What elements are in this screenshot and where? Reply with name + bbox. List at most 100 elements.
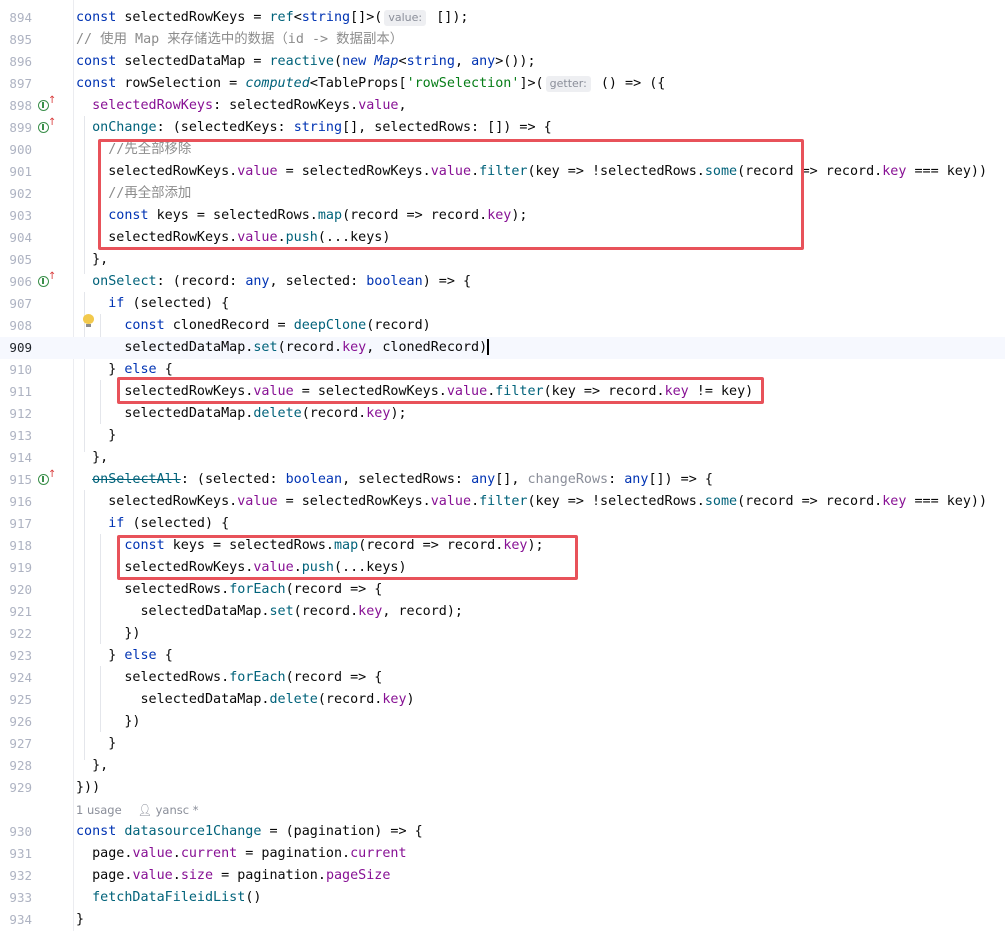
code-token: 'rowSelection' — [406, 76, 520, 91]
code-line[interactable]: 898 ↑ selectedRowKeys: selectedRowKeys.va… — [0, 95, 1005, 117]
code-token: value — [132, 846, 173, 861]
code-line[interactable]: 899 ↑ onChange: (selectedKeys: string[], … — [0, 117, 1005, 139]
code-text[interactable]: }) — [76, 623, 140, 645]
code-text[interactable]: selectedDataMap.delete(record.key); — [76, 403, 406, 425]
code-line[interactable]: 917 if (selected) { — [0, 513, 1005, 535]
implements-method-icon[interactable]: ↑ — [38, 118, 56, 135]
code-line[interactable]: 914 }, — [0, 447, 1005, 469]
code-text[interactable]: if (selected) { — [76, 513, 229, 535]
code-text[interactable]: const selectedDataMap = reactive(new Map… — [76, 51, 536, 73]
code-token: [], selectedRows: []) => { — [342, 120, 552, 135]
code-vision-hint[interactable]: 1 usage 👤︎ yansc * — [76, 801, 198, 819]
code-text[interactable]: }, — [76, 447, 108, 469]
code-token: else — [124, 648, 165, 663]
code-text[interactable]: // 使用 Map 来存储选中的数据（id -> 数据副本） — [76, 29, 403, 51]
code-line[interactable]: 896 const selectedDataMap = reactive(new … — [0, 51, 1005, 73]
author-name[interactable]: yansc * — [156, 803, 199, 817]
code-text[interactable]: })) — [76, 777, 100, 799]
code-token: changeRows — [527, 472, 609, 487]
code-text[interactable]: onChange: (selectedKeys: string[], selec… — [76, 117, 552, 139]
code-line[interactable]: 931 page.value.current = pagination.curr… — [0, 843, 1005, 865]
code-line[interactable]: 923 } else { — [0, 645, 1005, 667]
code-line[interactable]: 908 const clonedRecord = deepClone(recor… — [0, 315, 1005, 337]
code-editor[interactable]: 894 const selectedRowKeys = ref<string[]>… — [0, 0, 1005, 931]
code-text[interactable]: selectedDataMap.delete(record.key) — [76, 689, 414, 711]
code-line[interactable]: 926 }) — [0, 711, 1005, 733]
code-token: computed — [245, 76, 310, 91]
code-line[interactable]: 907 if (selected) { — [0, 293, 1005, 315]
code-token: ref — [269, 10, 294, 25]
implements-method-icon[interactable]: ↑ — [38, 272, 56, 289]
usage-count[interactable]: 1 usage — [76, 803, 122, 817]
text-caret — [487, 339, 490, 355]
code-line[interactable]: 922 }) — [0, 623, 1005, 645]
implements-method-icon[interactable]: ↑ — [38, 96, 56, 113]
code-line[interactable]: 913 } — [0, 425, 1005, 447]
code-text[interactable]: }, — [76, 755, 108, 777]
code-token: pageSize — [325, 868, 391, 883]
code-line[interactable]: 930 const datasource1Change = (pagination… — [0, 821, 1005, 843]
code-text[interactable]: } else { — [76, 645, 173, 667]
code-text[interactable]: }, — [76, 249, 108, 271]
code-text[interactable]: onSelect: (record: any, selected: boolea… — [76, 271, 471, 293]
code-token: (record. — [277, 340, 343, 355]
code-token: === key)) — [906, 164, 988, 179]
line-number: 903 — [9, 208, 32, 223]
code-text[interactable]: selectedRows.forEach(record => { — [76, 667, 382, 689]
code-line[interactable]: 909 selectedDataMap.set(record.key, clon… — [0, 337, 1005, 359]
code-line[interactable]: 924 selectedRows.forEach(record => { — [0, 667, 1005, 689]
code-line[interactable]: 929})) — [0, 777, 1005, 799]
code-line[interactable]: 915 ↑ onSelectAll: (selected: boolean, se… — [0, 469, 1005, 491]
code-text[interactable]: } — [76, 733, 116, 755]
code-token: () => ({ — [592, 76, 666, 91]
code-line[interactable]: 920 selectedRows.forEach(record => { — [0, 579, 1005, 601]
code-line[interactable]: 912 selectedDataMap.delete(record.key); — [0, 403, 1005, 425]
code-text[interactable]: selectedDataMap.set(record.key, record); — [76, 601, 463, 623]
code-line[interactable]: 932 page.value.size = pagination.pageSiz… — [0, 865, 1005, 887]
code-line[interactable]: 925 selectedDataMap.delete(record.key) — [0, 689, 1005, 711]
code-token: delete — [253, 406, 302, 421]
code-text[interactable]: const rowSelection = computed<TableProps… — [76, 73, 665, 95]
code-text[interactable]: const datasource1Change = (pagination) =… — [76, 821, 423, 843]
code-text[interactable]: page.value.size = pagination.pageSize — [76, 865, 390, 887]
code-line[interactable]: 928 }, — [0, 755, 1005, 777]
code-text[interactable]: selectedRows.forEach(record => { — [76, 579, 382, 601]
code-line[interactable]: 905 }, — [0, 249, 1005, 271]
code-token: onSelectAll — [92, 472, 181, 487]
lightbulb-icon[interactable] — [83, 314, 94, 328]
code-text[interactable]: page.value.current = pagination.current — [76, 843, 407, 865]
code-token: current — [350, 846, 407, 861]
code-line[interactable]: 933 fetchDataFileidList() — [0, 887, 1005, 909]
code-line[interactable]: 934} — [0, 909, 1005, 931]
line-number: 900 — [9, 142, 32, 157]
code-text[interactable]: }) — [76, 711, 140, 733]
code-token: = (pagination) => { — [261, 824, 423, 839]
highlight-box-onselectall — [117, 535, 578, 580]
code-token: , record); — [382, 604, 463, 619]
code-text[interactable]: } — [76, 425, 116, 447]
line-number: 902 — [9, 186, 32, 201]
code-text[interactable]: selectedRowKeys: selectedRowKeys.value, — [76, 95, 406, 117]
code-line[interactable]: 927 } — [0, 733, 1005, 755]
code-text[interactable]: fetchDataFileidList() — [76, 887, 261, 909]
code-text[interactable]: const selectedRowKeys = ref<string[]>(va… — [76, 7, 468, 29]
code-line[interactable]: 895 // 使用 Map 来存储选中的数据（id -> 数据副本） — [0, 29, 1005, 51]
code-text[interactable]: if (selected) { — [76, 293, 229, 315]
code-line[interactable]: 906 ↑ onSelect: (record: any, selected: b… — [0, 271, 1005, 293]
code-token: some — [704, 494, 738, 509]
code-text[interactable]: onSelectAll: (selected: boolean, selecte… — [76, 469, 713, 491]
code-text[interactable]: selectedRowKeys.value = selectedRowKeys.… — [76, 491, 987, 513]
code-token: selectedDataMap. — [76, 340, 254, 355]
implements-method-icon[interactable]: ↑ — [38, 470, 56, 487]
code-line[interactable]: 894 const selectedRowKeys = ref<string[]>… — [0, 7, 1005, 29]
code-line[interactable]: 897 const rowSelection = computed<TablePr… — [0, 73, 1005, 95]
line-number: 930 — [9, 824, 32, 839]
code-text[interactable]: const clonedRecord = deepClone(record) — [76, 315, 430, 337]
code-text[interactable]: } — [76, 909, 84, 931]
code-token: forEach — [229, 670, 286, 685]
code-text[interactable]: selectedDataMap.set(record.key, clonedRe… — [76, 337, 490, 359]
code-line[interactable]: 916 selectedRowKeys.value = selectedRowK… — [0, 491, 1005, 513]
code-line[interactable]: 921 selectedDataMap.set(record.key, reco… — [0, 601, 1005, 623]
parameter-hint: value: — [384, 10, 427, 26]
